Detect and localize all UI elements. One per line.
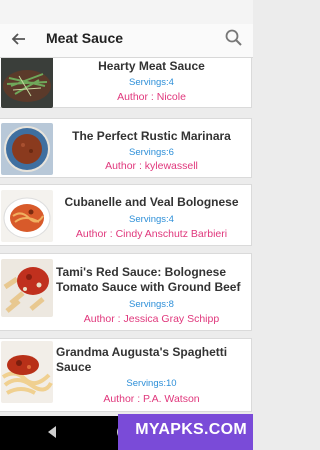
recipe-thumbnail: [1, 58, 53, 108]
recipe-servings: Servings:4: [129, 214, 174, 225]
recipe-title: Hearty Meat Sauce: [98, 59, 205, 73]
banner-text: MYAPKS.COM: [135, 421, 247, 438]
recipe-card[interactable]: Hearty Meat Sauce Servings:4 Author : Ni…: [0, 58, 252, 108]
recipe-thumbnail: [1, 190, 53, 242]
recipe-author: Author : P.A. Watson: [103, 393, 200, 405]
recipe-servings: Servings:10: [126, 378, 177, 389]
recipe-thumbnail: [1, 123, 53, 175]
recipe-author: Author : kylewassell: [105, 160, 198, 172]
nav-back-icon[interactable]: [46, 425, 58, 439]
recipe-author: Author : Jessica Gray Schipp: [83, 313, 220, 325]
search-icon[interactable]: [224, 28, 244, 48]
recipe-author: Author : Nicole: [117, 91, 186, 103]
back-arrow-icon[interactable]: [9, 29, 29, 49]
watermark-banner: MYAPKS.COM: [118, 414, 253, 450]
search-input[interactable]: Meat Sauce: [46, 30, 123, 46]
recipe-title: Grandma Augusta's Spaghetti Sauce: [56, 345, 228, 374]
recipe-card[interactable]: Cubanelle and Veal Bolognese Servings:4 …: [0, 184, 252, 246]
status-bar: [0, 0, 253, 25]
recipe-card[interactable]: The Perfect Rustic Marinara Servings:6 A…: [0, 118, 252, 178]
recipe-title: The Perfect Rustic Marinara: [72, 129, 231, 143]
recipe-list: Hearty Meat Sauce Servings:4 Author : Ni…: [0, 58, 253, 416]
recipe-card[interactable]: Tami's Red Sauce: Bolognese Tomato Sauce…: [0, 253, 252, 331]
recipe-servings: Servings:8: [129, 299, 174, 310]
recipe-servings: Servings:6: [129, 147, 174, 158]
recipe-title: Cubanelle and Veal Bolognese: [64, 195, 239, 209]
recipe-card[interactable]: Grandma Augusta's Spaghetti Sauce Servin…: [0, 338, 252, 412]
recipe-author: Author : Cindy Anschutz Barbieri: [75, 228, 228, 240]
recipe-servings: Servings:4: [129, 77, 174, 88]
recipe-thumbnail: [1, 259, 53, 317]
recipe-thumbnail: [1, 341, 53, 403]
recipe-title: Tami's Red Sauce: Bolognese Tomato Sauce…: [56, 265, 241, 294]
search-bar: Meat Sauce: [0, 24, 253, 58]
